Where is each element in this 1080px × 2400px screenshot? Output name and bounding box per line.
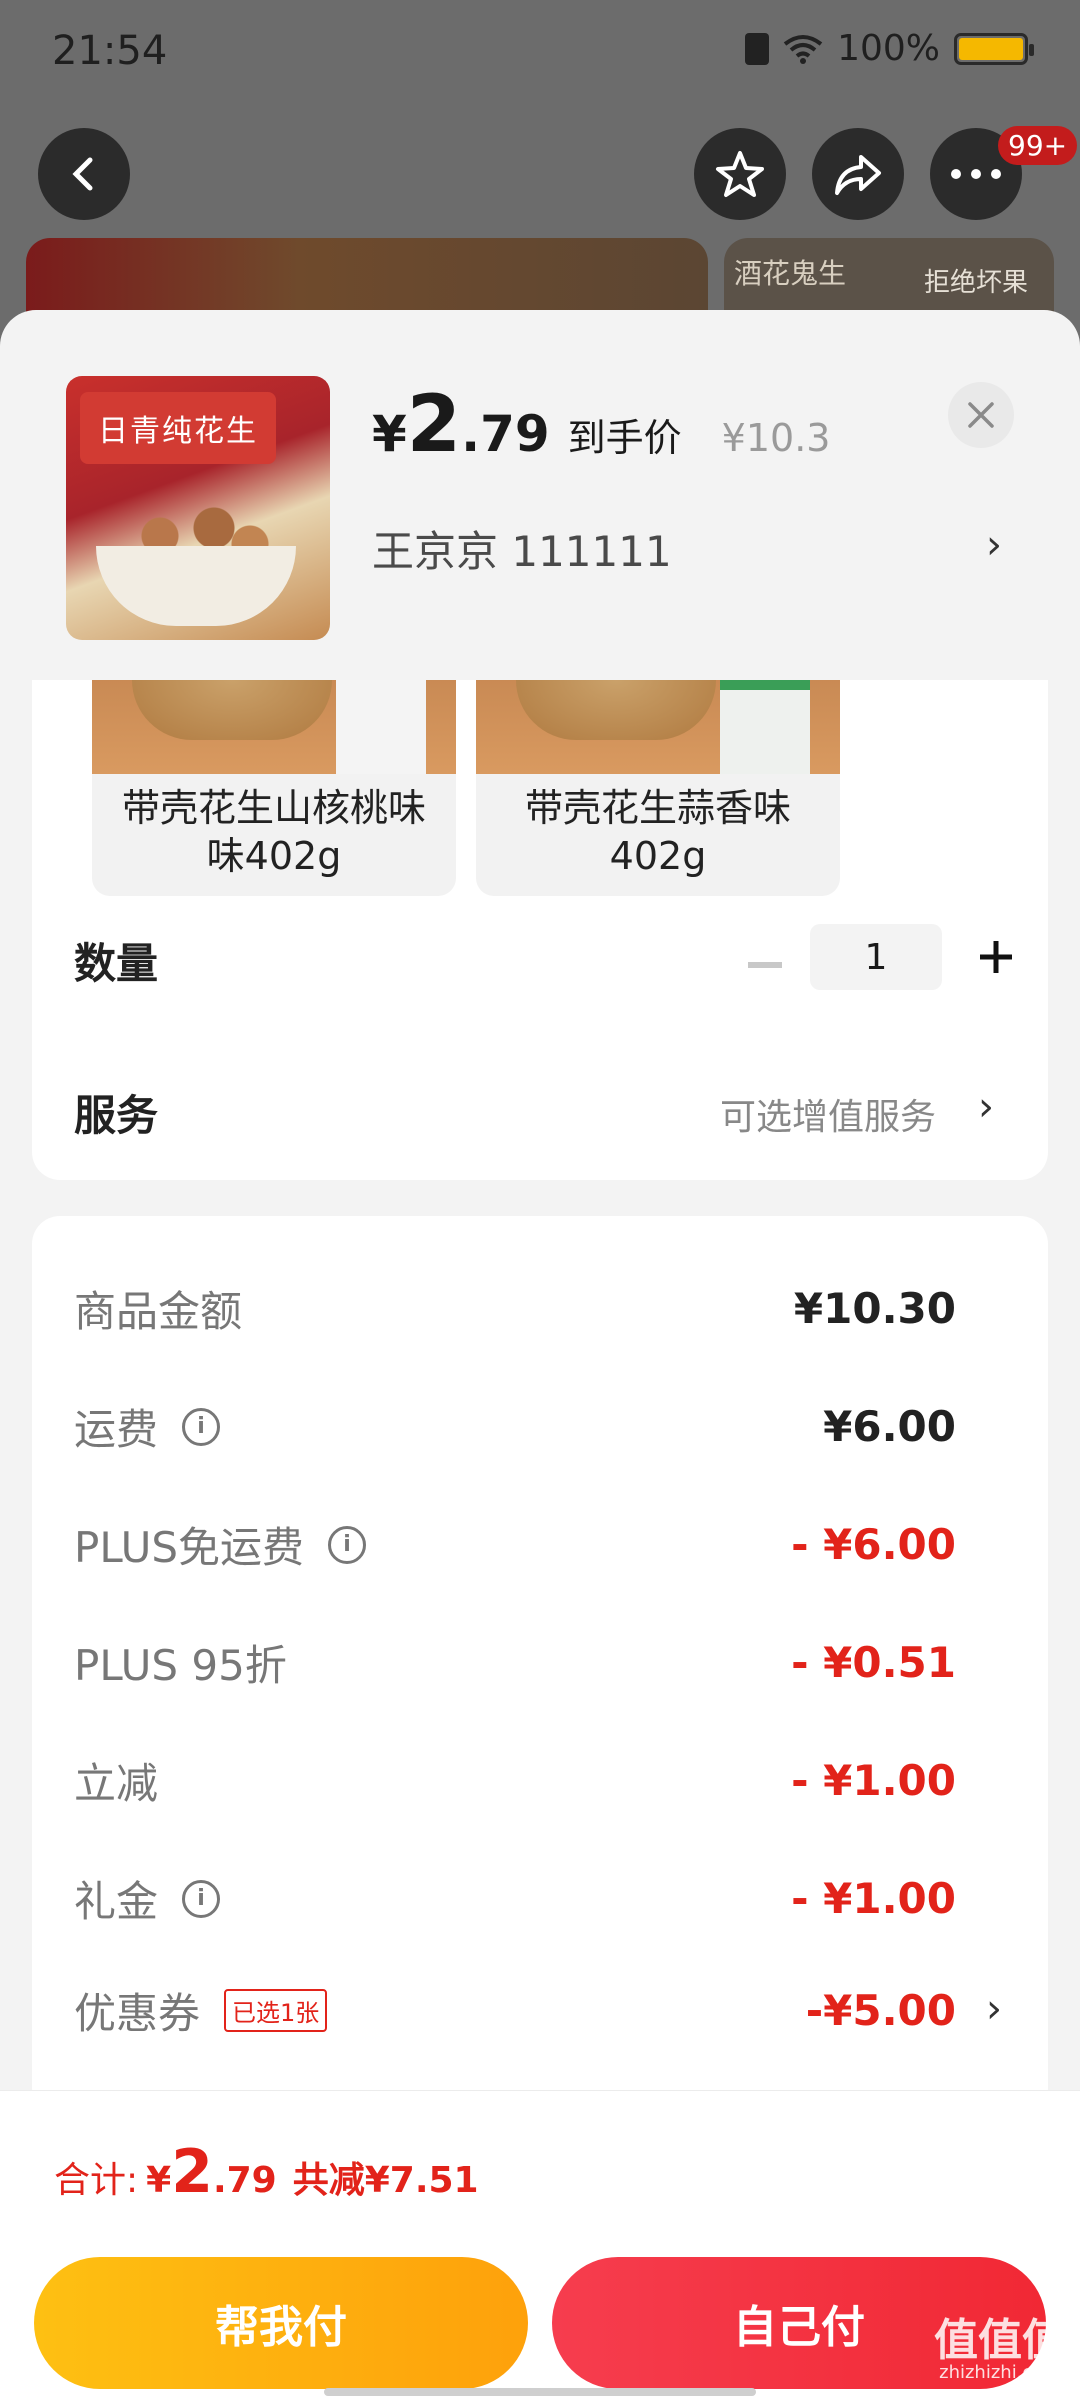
wifi-icon [783,34,823,64]
battery-percent: 100% [837,28,940,69]
original-price: ¥10.3 [721,416,831,460]
total-summary: 合计: ¥ 2 .79 共减¥7.51 [54,2137,479,2207]
price-row: ¥ 2 .79 到手价 ¥10.3 [372,380,831,470]
star-icon [716,151,764,197]
share-icon [835,155,881,195]
address-line[interactable]: 王京京 111111 [372,518,672,579]
product-thumbnail: 日青纯花生 [66,376,330,640]
chevron-left-icon [72,157,93,191]
notification-badge: 99+ [998,126,1078,165]
share-button[interactable] [812,128,904,220]
plus-icon [980,941,1012,973]
decrease-button[interactable] [748,962,782,968]
battery-icon [954,32,1034,65]
home-indicator[interactable] [324,2388,756,2396]
sheet-header: 日青纯花生 ¥ 2 .79 到手价 ¥10.3 王京京 111111 › [0,310,1080,680]
purchase-sheet: 日青纯花生 ¥ 2 .79 到手价 ¥10.3 王京京 111111 › 带壳花… [0,310,1080,2400]
info-icon[interactable]: i [328,1525,367,1564]
fee-row: PLUS 95折 - ¥0.51 [74,1638,956,1690]
chevron-right-icon[interactable]: › [986,522,1002,568]
checkout-footer: 合计: ¥ 2 .79 共减¥7.51 帮我付 自己付 值值值 zhizhizh… [0,2090,1080,2400]
variant-option[interactable]: 带壳花生山核桃味味402g [92,680,456,896]
increase-button[interactable] [974,924,1018,990]
sim-icon [745,32,770,65]
fee-row: 礼金 i - ¥1.00 [74,1874,956,1926]
service-value[interactable]: 可选增值服务 [720,1088,936,1140]
back-button[interactable] [38,128,130,220]
service-label: 服务 [74,1091,159,1140]
fee-row: 立减 - ¥1.00 [74,1756,956,1808]
quantity-label: 数量 [74,939,159,988]
watermark: 值值值 zhizhizhi.com [934,2315,1066,2383]
total-saving: 共减¥7.51 [292,2160,479,2201]
price-label: 到手价 [567,416,682,460]
quantity-input[interactable]: 1 [810,924,942,990]
info-icon[interactable]: i [182,1407,221,1446]
coupon-tag: 已选1张 [224,1989,328,2032]
status-time: 21:54 [52,28,168,74]
status-icons: 100% [745,28,1034,69]
fee-breakdown-card: 商品金额 ¥10.30 运费 i ¥6.00 PLUS免运费 i - ¥6.00 P… [32,1216,1048,2116]
options-card: 带壳花生山核桃味味402g 带壳花生蒜香味402g 数量 1 服务 可选增值服务… [32,680,1048,1180]
close-icon [968,402,994,428]
fee-row: 运费 i ¥6.00 [74,1402,956,1454]
variant-option[interactable]: 带壳花生蒜香味402g [476,680,840,896]
info-icon[interactable]: i [182,1879,221,1918]
chevron-right-icon[interactable]: › [986,1986,1002,2032]
status-bar: 21:54 100% [0,0,1080,100]
chevron-right-icon[interactable]: › [978,1084,994,1130]
help-me-pay-button[interactable]: 帮我付 [34,2257,528,2389]
more-dots-icon [951,169,1001,179]
fee-row: PLUS免运费 i - ¥6.00 [74,1520,956,1572]
favorite-button[interactable] [694,128,786,220]
close-button[interactable] [948,382,1014,448]
coupon-row[interactable]: 优惠券 已选1张 -¥5.00 › [32,1980,1048,2060]
fee-row: 商品金额 ¥10.30 [74,1284,956,1336]
